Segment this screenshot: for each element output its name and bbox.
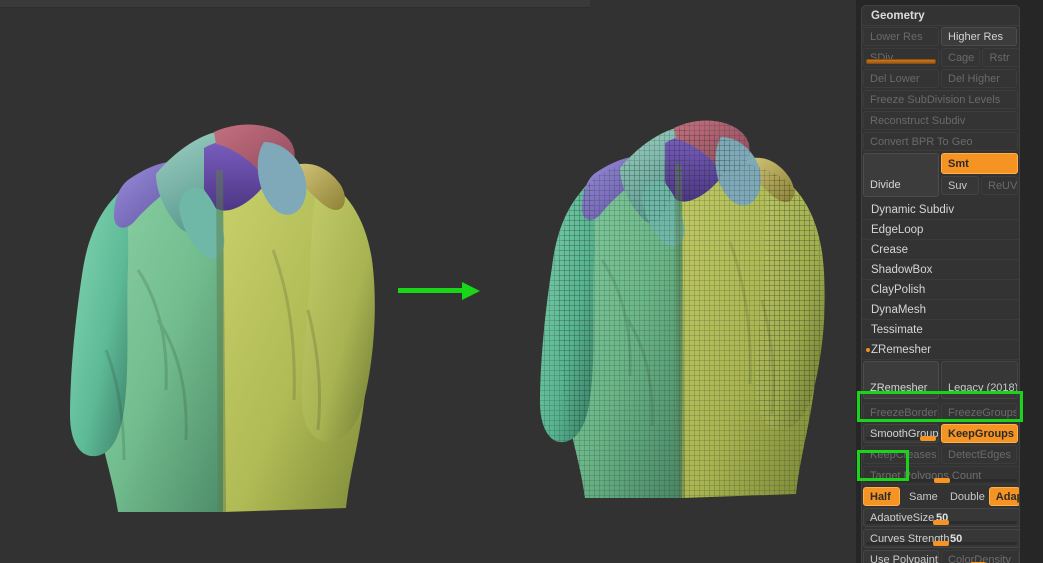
divide-button[interactable]: Divide <box>863 153 939 197</box>
adaptive-size-row: AdaptiveSize 50 <box>862 507 1019 528</box>
freeze-subdivision-levels-row: Freeze SubDivision Levels <box>862 89 1019 110</box>
creases-row: KeepCreases DetectEdges <box>862 444 1019 465</box>
lower-res-button[interactable]: Lower Res <box>863 27 939 46</box>
sidebar-item-edgeloop[interactable]: EdgeLoop <box>862 220 1019 240</box>
freeze-groups-toggle[interactable]: FreezeGroups <box>941 403 1017 422</box>
curves-strength-slider[interactable]: Curves Strength 50 <box>863 529 1019 548</box>
groups-row: SmoothGroups KeepGroups <box>862 423 1019 444</box>
panel-title: Geometry <box>862 6 1019 26</box>
double-toggle[interactable]: Double <box>942 487 987 506</box>
sidebar-item-dynamic-subdiv[interactable]: Dynamic Subdiv <box>862 200 1019 220</box>
sidebar-item-zremesher[interactable]: ZRemesher <box>862 340 1019 360</box>
target-polygons-thumb[interactable] <box>934 478 950 483</box>
curves-strength-row: Curves Strength 50 <box>862 528 1019 549</box>
zbrush-3d-viewport[interactable] <box>0 0 856 563</box>
zremesher-button[interactable]: ZRemesher <box>863 361 939 399</box>
sdiv-row: SDiv Cage Rstr <box>862 47 1019 68</box>
target-polygons-count-slider[interactable]: Target Polygons Count <box>863 466 1019 485</box>
cage-button[interactable]: Cage <box>941 48 981 67</box>
convert-bpr-to-geo-button[interactable]: Convert BPR To Geo <box>863 132 1018 151</box>
reconstruct-subdiv-row: Reconstruct Subdiv <box>862 110 1019 131</box>
freeze-border-toggle[interactable]: FreezeBorder <box>863 403 939 422</box>
color-density-slider[interactable]: ColorDensity <box>941 550 1019 563</box>
geometry-panel[interactable]: Geometry Lower Res Higher Res SDiv Cage … <box>861 5 1020 563</box>
legacy-2018-button[interactable]: Legacy (2018) <box>941 361 1018 399</box>
polygon-multiplier-row: Half Same Double Adapt <box>862 486 1019 507</box>
zremesher-action-row: ZRemesher Legacy (2018) <box>862 360 1019 402</box>
smoothgroups-thumb[interactable] <box>920 436 936 441</box>
keep-creases-toggle[interactable]: KeepCreases <box>863 445 939 464</box>
target-polygons-count-row: Target Polygons Count <box>862 465 1019 486</box>
freeze-row: FreezeBorder FreezeGroups <box>862 402 1019 423</box>
sidebar-item-label: ShadowBox <box>871 264 933 276</box>
process-arrow <box>398 280 488 302</box>
sidebar-item-claypolish[interactable]: ClayPolish <box>862 280 1019 300</box>
adaptive-size-slider[interactable]: AdaptiveSize 50 <box>863 508 1019 527</box>
reconstruct-subdiv-button[interactable]: Reconstruct Subdiv <box>863 111 1018 130</box>
adaptive-size-thumb[interactable] <box>933 520 949 525</box>
reuv-toggle[interactable]: ReUV <box>981 176 1018 195</box>
del-higher-button[interactable]: Del Higher <box>941 69 1017 88</box>
same-toggle[interactable]: Same <box>902 487 941 506</box>
sidebar-item-label: Tessimate <box>871 324 923 336</box>
adapt-toggle[interactable]: Adapt <box>988 487 1019 506</box>
higher-res-button[interactable]: Higher Res <box>941 27 1017 46</box>
sidebar-item-dynamesh[interactable]: DynaMesh <box>862 300 1019 320</box>
del-lower-button[interactable]: Del Lower <box>863 69 939 88</box>
sidebar-item-label: Dynamic Subdiv <box>871 204 955 216</box>
garment-body-group-retopo <box>540 120 825 498</box>
use-polypaint-toggle[interactable]: Use Polypaint <box>863 550 939 563</box>
sidebar-item-tessimate[interactable]: Tessimate <box>862 320 1019 340</box>
sidebar-item-label: DynaMesh <box>871 304 926 316</box>
res-row: Lower Res Higher Res <box>862 26 1019 47</box>
expanded-indicator-icon <box>866 348 870 352</box>
sdiv-fill <box>866 59 936 64</box>
sidebar-item-label: ZRemesher <box>871 344 932 356</box>
freeze-subdivision-levels-button[interactable]: Freeze SubDivision Levels <box>863 90 1018 109</box>
smt-toggle[interactable]: Smt <box>941 153 1018 174</box>
sidebar-item-label: ClayPolish <box>871 284 926 296</box>
half-toggle[interactable]: Half <box>863 487 901 506</box>
divide-row: Divide Smt Suv ReUV <box>862 152 1019 200</box>
convert-bpr-to-geo-row: Convert BPR To Geo <box>862 131 1019 152</box>
suv-toggle[interactable]: Suv <box>941 176 979 195</box>
smooth-groups-slider[interactable]: SmoothGroups <box>863 424 939 443</box>
garment-model-after[interactable] <box>484 70 854 550</box>
curves-strength-value: 50 <box>950 533 963 545</box>
polypaint-row: Use Polypaint ColorDensity <box>862 549 1019 563</box>
rstr-button[interactable]: Rstr <box>982 48 1019 67</box>
sidebar-item-shadowbox[interactable]: ShadowBox <box>862 260 1019 280</box>
sidebar-item-crease[interactable]: Crease <box>862 240 1019 260</box>
arrow-shaft <box>398 288 470 293</box>
del-row: Del Lower Del Higher <box>862 68 1019 89</box>
viewport-top-strip-divider <box>0 7 590 8</box>
viewport-top-strip <box>0 0 590 7</box>
garment-body-group <box>70 124 375 512</box>
arrow-head <box>462 282 480 300</box>
sidebar-item-label: Crease <box>871 244 909 256</box>
curves-strength-thumb[interactable] <box>933 541 949 546</box>
keep-groups-toggle[interactable]: KeepGroups <box>941 424 1018 443</box>
sdiv-slider[interactable]: SDiv <box>863 48 939 67</box>
sidebar-item-label: EdgeLoop <box>871 224 924 236</box>
garment-model-before[interactable] <box>8 70 408 550</box>
detect-edges-toggle[interactable]: DetectEdges <box>941 445 1017 464</box>
